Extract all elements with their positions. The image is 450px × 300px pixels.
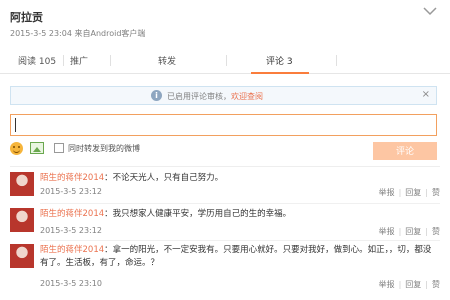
avatar[interactable] xyxy=(10,244,34,268)
tab-active-indicator xyxy=(251,72,309,74)
post-author[interactable]: 阿拉贡 xyxy=(10,9,43,25)
post-meta: 2015-3-5 23:04 来自Android客户端 xyxy=(10,28,145,39)
like-link[interactable]: 赞 xyxy=(432,280,440,289)
comment-divider xyxy=(40,240,440,241)
chevron-down-icon[interactable] xyxy=(422,5,438,17)
submit-comment-button[interactable]: 评论 xyxy=(373,142,437,160)
avatar[interactable] xyxy=(10,172,34,196)
tab-repost[interactable]: 转发 xyxy=(158,54,176,67)
action-tabs: 阅读 105 推广 转发 评论 3 xyxy=(0,48,450,74)
report-link[interactable]: 举报 xyxy=(379,188,395,197)
comment-text: 陌生的蒋伴2014：我只想家人健康平安，学历用自己的生的幸福。 xyxy=(40,208,438,221)
comment-content: ：不论天光人，只有自己努力。 xyxy=(104,173,224,183)
tab-read[interactable]: 阅读 105 xyxy=(18,54,56,67)
reply-link[interactable]: 回复 xyxy=(405,188,421,197)
action-divider: | xyxy=(398,188,402,197)
comment-actions: 举报 | 回复 | 赞 xyxy=(379,279,440,290)
comment-actions: 举报 | 回复 | 赞 xyxy=(379,187,440,198)
tab-promote[interactable]: 推广 xyxy=(70,54,88,67)
tab-divider xyxy=(63,55,64,66)
comment-text: 陌生的蒋伴2014：拿一的阳光，不一定安我有。只要用心就好。只要对我好，做到心。… xyxy=(40,244,438,270)
action-divider: | xyxy=(425,227,428,236)
comment-time: 2015-3-5 23:12 xyxy=(40,226,102,235)
comment-user[interactable]: 陌生的蒋伴2014 xyxy=(40,209,104,219)
comment-divider xyxy=(40,203,440,204)
emoji-icon[interactable] xyxy=(10,142,23,155)
tab-divider xyxy=(226,55,227,66)
report-link[interactable]: 举报 xyxy=(379,227,395,236)
comment-text: 陌生的蒋伴2014：不论天光人，只有自己努力。 xyxy=(40,172,438,185)
action-divider: | xyxy=(398,227,402,236)
post-source-prefix: 来自 xyxy=(74,29,91,38)
like-link[interactable]: 赞 xyxy=(432,227,440,236)
also-repost-label: 同时转发到我的微博 xyxy=(68,144,140,153)
comment-actions: 举报 | 回复 | 赞 xyxy=(379,226,440,237)
text-caret xyxy=(15,118,16,132)
info-icon: i xyxy=(151,90,162,101)
notice-text: 已启用评论审核，欢迎查阅 xyxy=(167,91,263,102)
close-icon[interactable]: × xyxy=(422,89,430,100)
reply-link[interactable]: 回复 xyxy=(405,280,421,289)
action-divider: | xyxy=(398,280,402,289)
tab-divider xyxy=(336,55,337,66)
comment-user[interactable]: 陌生的蒋伴2014 xyxy=(40,245,104,255)
tab-comment[interactable]: 评论 3 xyxy=(266,54,293,67)
action-divider: | xyxy=(425,280,428,289)
section-divider xyxy=(10,166,440,167)
comment-input[interactable] xyxy=(10,114,437,136)
action-divider: | xyxy=(425,188,428,197)
comment-time: 2015-3-5 23:10 xyxy=(40,279,102,288)
comment-time: 2015-3-5 23:12 xyxy=(40,187,102,196)
avatar[interactable] xyxy=(10,208,34,232)
image-icon[interactable] xyxy=(30,142,44,154)
also-repost-checkbox[interactable] xyxy=(54,143,64,153)
notice-message: 已启用评论审核， xyxy=(167,92,231,101)
post-time[interactable]: 2015-3-5 23:04 xyxy=(10,29,72,38)
like-link[interactable]: 赞 xyxy=(432,188,440,197)
comment-content: ：我只想家人健康平安，学历用自己的生的幸福。 xyxy=(104,209,292,219)
reply-link[interactable]: 回复 xyxy=(405,227,421,236)
report-link[interactable]: 举报 xyxy=(379,280,395,289)
tab-divider xyxy=(110,55,111,66)
comment-review-notice: i 已启用评论审核，欢迎查阅 × xyxy=(10,86,437,105)
post-source[interactable]: Android客户端 xyxy=(90,29,145,38)
notice-link[interactable]: 欢迎查阅 xyxy=(231,92,263,101)
post-header: 阿拉贡 2015-3-5 23:04 来自Android客户端 xyxy=(0,0,450,46)
comment-user[interactable]: 陌生的蒋伴2014 xyxy=(40,173,104,183)
